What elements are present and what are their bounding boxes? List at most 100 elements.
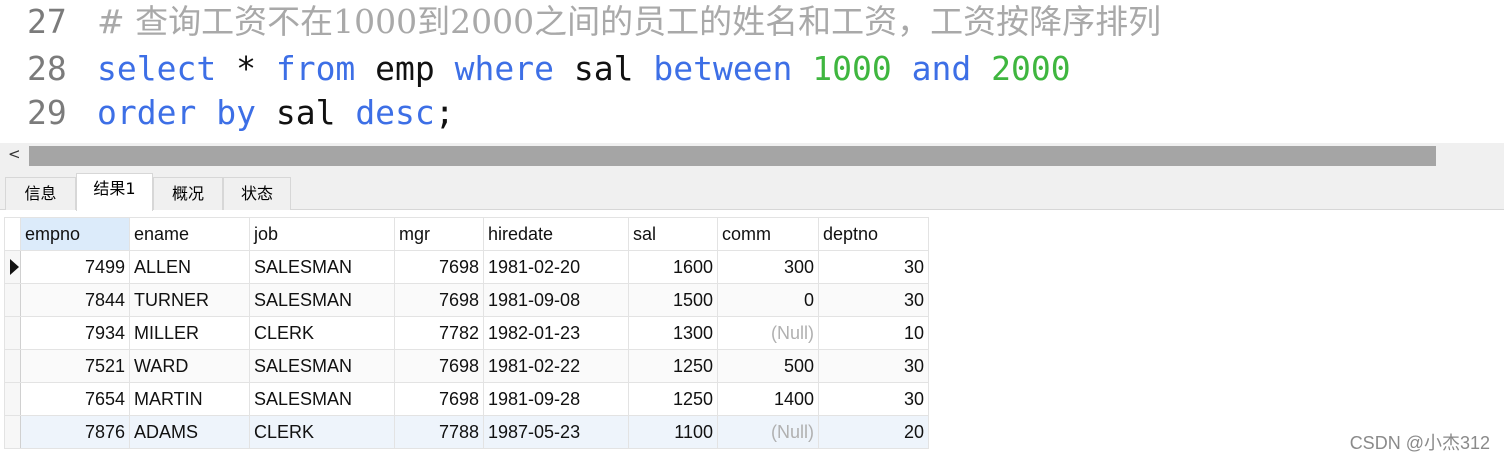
column-header-comm[interactable]: comm bbox=[717, 217, 819, 251]
column-header-mgr[interactable]: mgr bbox=[394, 217, 484, 251]
code-token-kw: desc bbox=[355, 93, 435, 132]
row-indicator[interactable] bbox=[4, 382, 21, 416]
code-token-id: ; bbox=[434, 93, 455, 132]
cell-deptno[interactable]: 10 bbox=[818, 316, 929, 350]
column-header-ename[interactable]: ename bbox=[129, 217, 250, 251]
cell-hiredate[interactable]: 1981-02-22 bbox=[483, 349, 629, 383]
cell-empno[interactable]: 7934 bbox=[20, 316, 130, 350]
cell-sal[interactable]: 1500 bbox=[628, 283, 718, 317]
cell-comm[interactable]: (Null) bbox=[717, 415, 819, 449]
cell-job[interactable]: SALESMAN bbox=[249, 382, 395, 416]
table-row[interactable]: 7654 MARTIN SALESMAN 7698 1981-09-28 1250 1400… bbox=[4, 382, 929, 416]
code-token-id bbox=[196, 93, 216, 132]
cell-mgr[interactable]: 7698 bbox=[394, 382, 484, 416]
row-indicator-corner bbox=[4, 217, 21, 251]
column-header-job[interactable]: job bbox=[249, 217, 395, 251]
tab-结果1[interactable]: 结果1 bbox=[76, 173, 153, 211]
scroll-left-arrow-icon[interactable]: < bbox=[8, 145, 21, 163]
code-line[interactable]: 27 # 查询工资不在1000到2000之间的员工的姓名和工资，工资按降序排列 bbox=[0, 0, 1161, 44]
cell-hiredate[interactable]: 1982-01-23 bbox=[483, 316, 629, 350]
cell-hiredate[interactable]: 1981-02-20 bbox=[483, 250, 629, 284]
code-token-kw: from bbox=[275, 49, 356, 88]
cell-mgr[interactable]: 7698 bbox=[394, 349, 484, 383]
cell-empno[interactable]: 7844 bbox=[20, 283, 130, 317]
cell-empno[interactable]: 7499 bbox=[20, 250, 130, 284]
code-token-id: sal bbox=[554, 49, 654, 88]
code-token-id bbox=[971, 49, 991, 88]
code-token-comment: # 查询工资不在1000到2000之间的员工的姓名和工资，工资按降序排列 bbox=[97, 2, 1162, 41]
tab-概况[interactable]: 概况 bbox=[153, 177, 223, 210]
line-number: 29 bbox=[27, 93, 67, 132]
cell-job[interactable]: CLERK bbox=[249, 316, 395, 350]
cell-empno[interactable]: 7654 bbox=[20, 382, 130, 416]
cell-ename[interactable]: TURNER bbox=[129, 283, 250, 317]
cell-sal[interactable]: 1100 bbox=[628, 415, 718, 449]
tab-信息[interactable]: 信息 bbox=[5, 177, 76, 210]
cell-comm[interactable]: 1400 bbox=[717, 382, 819, 416]
code-token-kw: by bbox=[216, 93, 256, 132]
table-row[interactable]: 7499 ALLEN SALESMAN 7698 1981-02-20 1600 300 30 bbox=[4, 250, 929, 284]
column-header-empno[interactable]: empno bbox=[20, 217, 130, 251]
cell-job[interactable]: SALESMAN bbox=[249, 250, 395, 284]
table-row[interactable]: 7934 MILLER CLERK 7782 1982-01-23 1300 (Null) 1… bbox=[4, 316, 929, 350]
cell-hiredate[interactable]: 1981-09-28 bbox=[483, 382, 629, 416]
tab-状态[interactable]: 状态 bbox=[223, 177, 291, 210]
cell-comm[interactable]: 0 bbox=[717, 283, 819, 317]
code-token-id: emp bbox=[355, 49, 455, 88]
line-number: 28 bbox=[27, 49, 67, 88]
code-token-id bbox=[892, 49, 912, 88]
cell-mgr[interactable]: 7698 bbox=[394, 250, 484, 284]
row-indicator[interactable] bbox=[4, 316, 21, 350]
cell-hiredate[interactable]: 1987-05-23 bbox=[483, 415, 629, 449]
cell-empno[interactable]: 7521 bbox=[20, 349, 130, 383]
cell-deptno[interactable]: 30 bbox=[818, 349, 929, 383]
row-indicator[interactable] bbox=[4, 283, 21, 317]
cell-comm[interactable]: (Null) bbox=[717, 316, 819, 350]
row-indicator[interactable] bbox=[4, 349, 21, 383]
column-header-sal[interactable]: sal bbox=[628, 217, 718, 251]
code-line[interactable]: 29 order by sal desc; bbox=[0, 91, 455, 135]
sql-editor[interactable]: 27 # 查询工资不在1000到2000之间的员工的姓名和工资，工资按降序排列 28… bbox=[0, 0, 1504, 143]
table-row[interactable]: 7844 TURNER SALESMAN 7698 1981-09-08 1500 0 30 bbox=[4, 283, 929, 317]
table-row[interactable]: 7876 ADAMS CLERK 7788 1987-05-23 1100 (Null) 20 bbox=[4, 415, 929, 449]
row-indicator[interactable] bbox=[4, 415, 21, 449]
cell-deptno[interactable]: 20 bbox=[818, 415, 929, 449]
watermark: CSDN @小杰312 bbox=[1349, 433, 1490, 453]
column-header-hiredate[interactable]: hiredate bbox=[483, 217, 629, 251]
cell-ename[interactable]: MARTIN bbox=[129, 382, 250, 416]
cell-mgr[interactable]: 7788 bbox=[394, 415, 484, 449]
cell-hiredate[interactable]: 1981-09-08 bbox=[483, 283, 629, 317]
scrollbar-thumb[interactable] bbox=[29, 146, 1436, 166]
column-header-deptno[interactable]: deptno bbox=[818, 217, 929, 251]
cell-job[interactable]: CLERK bbox=[249, 415, 395, 449]
cell-ename[interactable]: WARD bbox=[129, 349, 250, 383]
code-line[interactable]: 28 select * from emp where sal between 10… bbox=[0, 47, 1071, 91]
result-grid[interactable]: empno ename job mgr hiredate sal comm deptno 74… bbox=[4, 217, 929, 449]
grid-header-row: empno ename job mgr hiredate sal comm deptno bbox=[4, 217, 929, 251]
cell-job[interactable]: SALESMAN bbox=[249, 349, 395, 383]
cell-ename[interactable]: ALLEN bbox=[129, 250, 250, 284]
cell-sal[interactable]: 1600 bbox=[628, 250, 718, 284]
cell-sal[interactable]: 1250 bbox=[628, 349, 718, 383]
cell-deptno[interactable]: 30 bbox=[818, 382, 929, 416]
cell-comm[interactable]: 300 bbox=[717, 250, 819, 284]
cell-ename[interactable]: ADAMS bbox=[129, 415, 250, 449]
cell-deptno[interactable]: 30 bbox=[818, 250, 929, 284]
code-token-kw: and bbox=[911, 49, 972, 88]
cell-sal[interactable]: 1250 bbox=[628, 382, 718, 416]
cell-empno[interactable]: 7876 bbox=[20, 415, 130, 449]
code-token-kw: order bbox=[97, 93, 197, 132]
cell-ename[interactable]: MILLER bbox=[129, 316, 250, 350]
cell-comm[interactable]: 500 bbox=[717, 349, 819, 383]
cell-sal[interactable]: 1300 bbox=[628, 316, 718, 350]
cell-mgr[interactable]: 7698 bbox=[394, 283, 484, 317]
cell-mgr[interactable]: 7782 bbox=[394, 316, 484, 350]
editor-horizontal-scrollbar[interactable]: < bbox=[0, 143, 1504, 168]
cell-job[interactable]: SALESMAN bbox=[249, 283, 395, 317]
cell-deptno[interactable]: 30 bbox=[818, 283, 929, 317]
row-indicator[interactable] bbox=[4, 250, 21, 284]
table-row[interactable]: 7521 WARD SALESMAN 7698 1981-02-22 1250 500 30 bbox=[4, 349, 929, 383]
code-token-id: sal bbox=[255, 93, 356, 132]
code-token-kw: between bbox=[653, 49, 793, 88]
code-token-id bbox=[792, 49, 812, 88]
